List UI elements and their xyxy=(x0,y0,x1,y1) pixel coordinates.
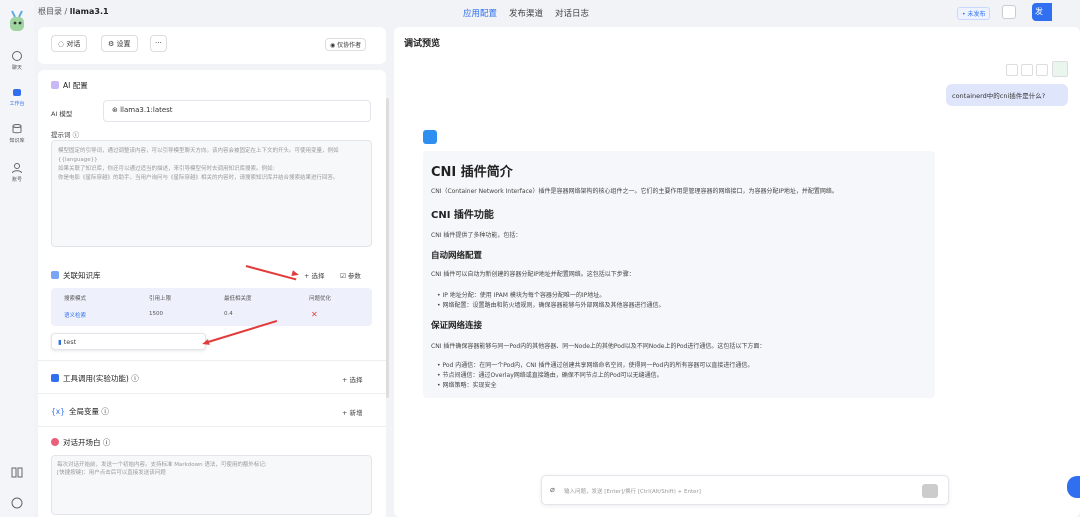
status-badge: • 未发布 xyxy=(957,7,991,20)
header-tabs: 应用配置 发布渠道 对话日志 xyxy=(463,7,601,19)
breadcrumb-current: llama3.1 xyxy=(69,7,109,16)
kb-params-button[interactable]: ☑ 参数 xyxy=(340,270,361,280)
owner-permission-badge[interactable]: ◉ 仅协作者 xyxy=(325,38,367,51)
kb-cell-optimize-off: ✕ xyxy=(311,310,318,319)
kb-cell-mode: 语义检索 xyxy=(64,313,87,319)
answer-paragraph: CNI 插件可以自动为新创建的容器分配IP地址并配置网络。这包括以下步骤： xyxy=(431,271,635,278)
more-button[interactable]: ··· xyxy=(150,35,167,52)
github-icon[interactable] xyxy=(11,497,23,509)
braces-icon: {x} xyxy=(51,407,65,416)
user-message: containerd中的cni插件是什么? xyxy=(946,84,1068,106)
kb-icon xyxy=(51,271,59,279)
floating-action-button[interactable] xyxy=(1067,476,1080,498)
config-panel: AI 配置 AI 模型 ⊛ llama3.1:latest 提示词 ⓘ 模型固定… xyxy=(38,70,386,517)
divider xyxy=(38,360,386,361)
database-icon xyxy=(12,124,22,134)
opening-textarea[interactable]: 每次对话开始前，发送一个初始内容。支持标准 Markdown 语法，可使用的额外… xyxy=(51,455,372,515)
edit-icon[interactable] xyxy=(471,131,483,143)
breadcrumb-root[interactable]: 根目录 xyxy=(38,7,62,16)
tools-title: 工具调用(实验功能) ⓘ xyxy=(51,373,139,384)
retry-icon[interactable] xyxy=(1021,64,1033,76)
chat-button[interactable]: ◌ 对话 xyxy=(51,35,88,52)
sidebar: 聊天 工作台 知识库 账号 xyxy=(0,0,34,517)
kb-item-test[interactable]: ▮ test xyxy=(51,333,206,350)
send-button[interactable] xyxy=(922,484,938,498)
vars-add-button[interactable]: + 新增 xyxy=(342,407,363,417)
copy-icon[interactable] xyxy=(1006,64,1018,76)
user-icon xyxy=(12,163,22,174)
kb-cell-limit: 1500 xyxy=(149,311,163,317)
ai-config-title: AI 配置 xyxy=(51,80,88,91)
answer-list-item: • 网络策略：实现安全 xyxy=(437,382,497,389)
kb-col-limit: 引用上限 xyxy=(149,296,172,302)
chat-input[interactable]: ⌀ 输入问题，发送 [Enter]/换行 [Ctrl(Alt/Shift) + … xyxy=(541,475,949,505)
answer-list-item: • 节点间通信：通过Overlay网络或直接路由，确保不同节点上的Pod可以无缝… xyxy=(437,372,663,379)
kb-file-icon: ▮ xyxy=(58,338,62,346)
settings-button[interactable]: ⚙ 设置 xyxy=(101,35,138,52)
user-avatar xyxy=(1052,61,1068,77)
kb-col-relevance: 最低相关度 xyxy=(224,296,252,302)
kb-col-optimize: 问题优化 xyxy=(309,296,332,302)
config-toolbar: ◌ 对话 ⚙ 设置 ··· ◉ 仅协作者 xyxy=(38,27,386,64)
nav-chat[interactable]: 聊天 xyxy=(0,50,34,71)
debug-preview-panel: 调试预览 containerd中的cni插件是什么? CNI 插件简介 CNI（… xyxy=(394,27,1080,517)
bot-avatar xyxy=(423,130,437,144)
ai-config-icon xyxy=(51,81,59,89)
breadcrumb: 根目录 / llama3.1 xyxy=(38,7,109,16)
delete-icon[interactable] xyxy=(1036,64,1048,76)
answer-paragraph: CNI 插件提供了多种功能，包括： xyxy=(431,232,522,239)
answer-list-item: • 网络配置：设置路由和防火墙规则，确保容器能够与外部网络及其他容器进行通信。 xyxy=(437,302,665,309)
chat-icon xyxy=(12,51,22,61)
history-clock-icon[interactable] xyxy=(1002,5,1016,19)
tools-select-button[interactable]: + 选择 xyxy=(342,374,363,384)
nav-knowledge[interactable]: 知识库 xyxy=(0,123,34,144)
divider xyxy=(38,426,386,427)
divider xyxy=(38,393,386,394)
opening-title: 对话开场白 ⓘ xyxy=(51,437,110,448)
toolbox-icon xyxy=(51,374,59,382)
attach-icon[interactable]: ⌀ xyxy=(550,485,555,494)
config-column: ◌ 对话 ⚙ 设置 ··· ◉ 仅协作者 AI 配置 AI 模型 ⊛ llama… xyxy=(38,27,386,517)
answer-heading: 保证网络连接 xyxy=(431,321,483,331)
answer-paragraph: CNI（Container Network Interface）插件是容器网络架… xyxy=(431,188,838,195)
prompt-label: 提示词 ⓘ xyxy=(51,131,80,139)
copy-icon[interactable] xyxy=(443,131,455,143)
vars-title: {x} 全局变量 ⓘ xyxy=(51,407,109,416)
bot-answer: CNI 插件简介 CNI（Container Network Interface… xyxy=(423,151,935,398)
answer-heading: CNI 插件简介 xyxy=(431,165,513,180)
answer-list-item: • IP 地址分配：使用 IPAM 模块为每个容器分配唯一的IP地址。 xyxy=(437,292,606,299)
answer-paragraph: CNI 插件确保容器能够与同一Pod内的其他容器、同一Node上的其他Pod以及… xyxy=(431,343,766,350)
tab-publish-channel[interactable]: 发布渠道 xyxy=(509,9,543,19)
tab-app-config[interactable]: 应用配置 xyxy=(463,9,497,19)
answer-list-item: • Pod 内通信：在同一个Pod内，CNI 插件通过创建共享网络命名空间，使得… xyxy=(437,362,754,369)
preview-title: 调试预览 xyxy=(404,39,441,49)
tab-chat-logs[interactable]: 对话日志 xyxy=(555,9,589,19)
scrollbar[interactable] xyxy=(386,98,389,398)
kb-select-button[interactable]: + 选择 xyxy=(304,270,325,280)
robot-icon xyxy=(13,89,21,96)
kb-settings-table: 搜索模式 引用上限 最低相关度 问题优化 语义检索 1500 0.4 ✕ xyxy=(51,288,372,326)
chat-input-placeholder: 输入问题，发送 [Enter]/换行 [Ctrl(Alt/Shift) + En… xyxy=(564,489,701,495)
speak-icon[interactable] xyxy=(457,131,469,143)
nav-account[interactable]: 账号 xyxy=(0,162,34,183)
answer-heading: CNI 插件功能 xyxy=(431,210,494,221)
app-logo-icon xyxy=(10,10,24,31)
kb-title: 关联知识库 xyxy=(51,270,101,281)
answer-heading: 自动网络配置 xyxy=(431,251,483,261)
book-icon[interactable] xyxy=(11,466,23,478)
kb-cell-relevance: 0.4 xyxy=(224,311,233,317)
opening-icon xyxy=(51,438,59,446)
nav-workbench[interactable]: 工作台 xyxy=(0,86,34,107)
model-label: AI 模型 xyxy=(51,110,73,118)
prompt-textarea[interactable]: 模型固定的引导词，通过调整该内容，可以引导模型聊天方向。该内容会被固定在上下文的… xyxy=(51,140,372,247)
publish-button[interactable]: 发 xyxy=(1032,3,1052,21)
model-select[interactable]: ⊛ llama3.1:latest xyxy=(103,100,371,122)
kb-col-mode: 搜索模式 xyxy=(64,296,87,302)
